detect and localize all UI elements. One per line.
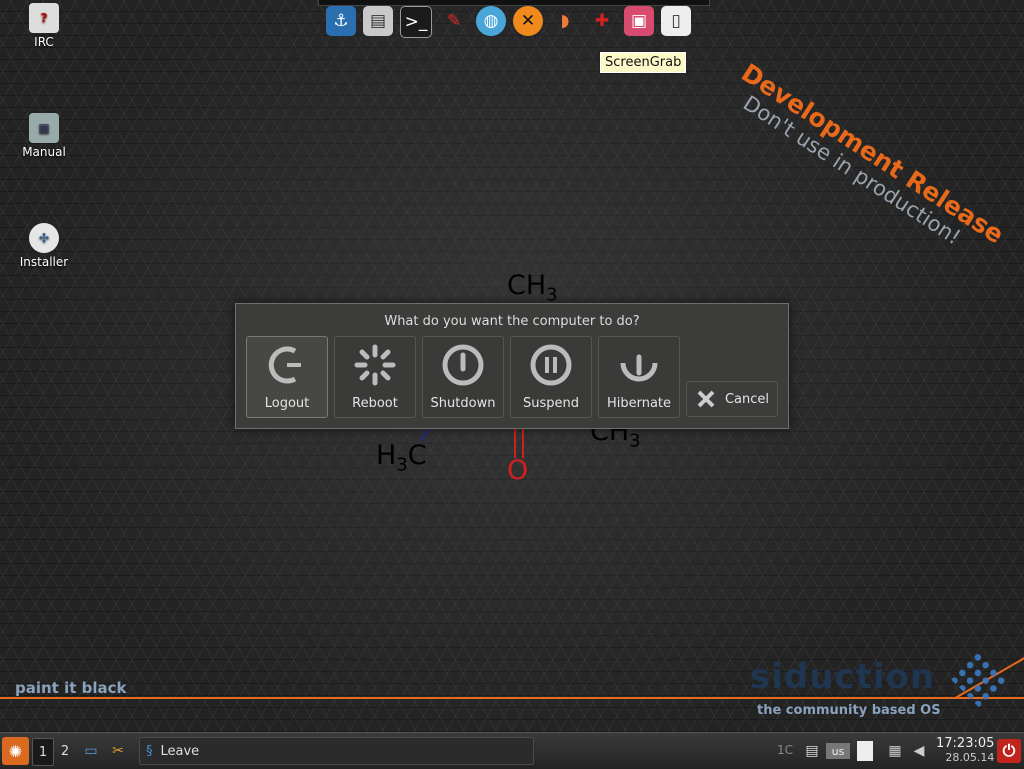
- action-label: Shutdown: [430, 396, 496, 411]
- action-label: Reboot: [352, 396, 398, 411]
- network-icon[interactable]: ▦: [884, 740, 906, 762]
- installer-icon: ✣: [29, 223, 59, 253]
- hibernate-icon: [620, 354, 658, 382]
- desktop-icon-irc[interactable]: ? IRC: [14, 3, 74, 49]
- pause-icon: [530, 344, 572, 386]
- desktop-icon-label: Manual: [22, 145, 66, 159]
- siduction-menu-icon: ✺: [8, 741, 23, 761]
- wallpaper-slogan: paint it black: [15, 679, 127, 697]
- start-menu-button[interactable]: ✺: [2, 737, 29, 765]
- keyboard-layout[interactable]: us: [826, 743, 850, 759]
- screengrab-icon[interactable]: ▣: [624, 6, 654, 36]
- phone-icon[interactable]: ▯: [661, 6, 691, 36]
- file-cabinet-icon[interactable]: ▤: [363, 6, 393, 36]
- tooltip: ScreenGrab: [599, 51, 688, 74]
- clipboard-icon[interactable]: ▤: [801, 740, 823, 762]
- notes-icon[interactable]: [857, 741, 873, 761]
- task-leave[interactable]: § Leave: [139, 737, 534, 765]
- molecule-double-bond: [514, 428, 524, 458]
- volume-icon[interactable]: ◀: [908, 740, 930, 762]
- temperature-readout: 1C: [777, 743, 794, 757]
- action-label: Hibernate: [606, 396, 672, 411]
- task-label: Leave: [160, 743, 200, 759]
- top-dock: ⚓ ▤ >_ ✎ ◍ ✕ ◗ ✚ ▣ ▯: [326, 6, 691, 40]
- siduction-logo-dots: [949, 649, 1011, 711]
- anchor-icon[interactable]: ⚓: [326, 6, 356, 36]
- leave-dialog: What do you want the computer to do? Log…: [235, 303, 789, 429]
- close-icon: [697, 390, 715, 408]
- pen-icon[interactable]: ✎: [439, 6, 469, 36]
- workspace-1[interactable]: 1: [32, 738, 54, 766]
- desktop-icon-installer[interactable]: ✣ Installer: [14, 223, 74, 269]
- cancel-label: Cancel: [724, 391, 770, 407]
- molecule-h3c: H3C: [376, 440, 427, 476]
- development-release-watermark: Development Release: [736, 58, 1010, 250]
- dialog-title: What do you want the computer to do?: [384, 314, 640, 329]
- cancel-button[interactable]: Cancel: [686, 381, 778, 417]
- action-label: Logout: [264, 396, 310, 411]
- desktop-icon-manual[interactable]: ▦ Manual: [14, 113, 74, 159]
- production-warning-watermark: Don't use in production!: [738, 91, 965, 250]
- irc-icon: ?: [29, 3, 59, 33]
- logout-button[interactable]: Logout: [246, 336, 328, 418]
- reboot-icon: [354, 344, 396, 386]
- suspend-button[interactable]: Suspend: [510, 336, 592, 418]
- xchat-icon[interactable]: ✕: [513, 6, 543, 36]
- melon-icon[interactable]: ◗: [550, 6, 580, 36]
- shutdown-button[interactable]: Shutdown: [422, 336, 504, 418]
- desktop-icon-label: Installer: [19, 255, 69, 269]
- wallpaper-tagline: the community based OS: [757, 703, 941, 718]
- terminal-icon[interactable]: >_: [400, 6, 432, 38]
- molecule-ch3-top: CH3: [507, 270, 558, 306]
- globe-icon[interactable]: ◍: [476, 6, 506, 36]
- power-icon: [442, 344, 484, 386]
- action-label: Suspend: [522, 396, 579, 411]
- clock[interactable]: 17:23:05 28.05.14: [936, 737, 994, 765]
- reboot-button[interactable]: Reboot: [334, 336, 416, 418]
- settings-tools-icon[interactable]: ✂: [107, 740, 129, 762]
- power-icon: ⏻: [1002, 741, 1016, 760]
- workspace-2[interactable]: 2: [55, 738, 75, 764]
- show-desktop-icon[interactable]: ▭: [80, 740, 102, 762]
- wallpaper-accent-line: [0, 697, 1024, 699]
- siduction-logo: siduction: [750, 657, 936, 697]
- paint-icon[interactable]: ✚: [587, 6, 617, 36]
- molecule-oxygen: O: [507, 455, 529, 486]
- clock-date: 28.05.14: [945, 751, 995, 764]
- logout-icon: [268, 346, 301, 384]
- power-button[interactable]: ⏻: [997, 739, 1021, 763]
- taskbar: ✺ 1 2 ▭ ✂ § Leave 1C ▤ us ▦ ◀ 17:23:05 2…: [0, 732, 1024, 769]
- desktop-icon-label: IRC: [34, 35, 54, 49]
- manual-icon: ▦: [29, 113, 59, 143]
- leave-task-icon: §: [146, 743, 153, 759]
- hibernate-button[interactable]: Hibernate: [598, 336, 680, 418]
- clock-time: 17:23:05: [936, 736, 995, 751]
